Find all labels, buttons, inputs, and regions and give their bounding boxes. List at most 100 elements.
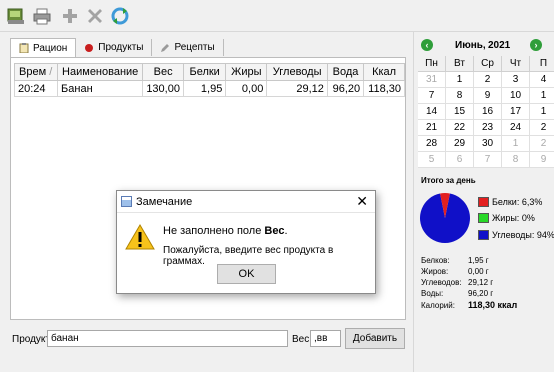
dialog-field-name: Вес: [264, 225, 285, 237]
add-icon[interactable]: [60, 6, 80, 26]
stat-label: Жиров:: [421, 267, 449, 276]
calendar-day[interactable]: 31: [418, 72, 446, 88]
dialog-message: Не заполнено поле Вес.: [163, 225, 288, 237]
stat-value: 118,30 ккал: [468, 300, 518, 310]
dialog-title: Замечание: [136, 196, 193, 208]
calendar-day[interactable]: 6: [446, 152, 474, 168]
calendar-day[interactable]: 15: [446, 104, 474, 120]
prev-month-icon[interactable]: ‹: [421, 39, 433, 51]
legend-fat: Жиры: 0%: [478, 213, 535, 223]
calendar-day[interactable]: 1: [446, 72, 474, 88]
legend-carbs: Углеводы: 94%: [478, 230, 554, 240]
ration-table: Врем / Наименование Вес Белки Жиры Углев…: [13, 63, 405, 97]
calendar-day[interactable]: 30: [474, 136, 502, 152]
calendar-day[interactable]: 14: [418, 104, 446, 120]
weekday-header: Пн: [418, 56, 446, 72]
calendar-day[interactable]: 9: [474, 88, 502, 104]
calendar-day[interactable]: 10: [502, 88, 530, 104]
add-button[interactable]: Добавить: [345, 328, 405, 349]
stat-label: Углеводов:: [421, 278, 462, 287]
legend-swatch: [478, 197, 489, 207]
calendar-day[interactable]: 24: [502, 120, 530, 136]
tab-label: Продукты: [98, 42, 144, 53]
legend-swatch: [478, 213, 489, 223]
dialog-titlebar: Замечание ✕: [117, 191, 375, 213]
vertical-divider: [413, 32, 414, 372]
delete-icon[interactable]: [85, 6, 105, 26]
cell-weight: 130,00: [142, 80, 184, 97]
refresh-icon[interactable]: [110, 6, 130, 26]
calendar-day[interactable]: 28: [418, 136, 446, 152]
next-month-icon[interactable]: ›: [530, 39, 542, 51]
calendar-day[interactable]: 9: [530, 152, 554, 168]
calendar-day[interactable]: 8: [502, 152, 530, 168]
weekday-header: Вт: [446, 56, 474, 72]
calendar-day[interactable]: 4: [530, 72, 554, 88]
cell-protein: 1,95: [182, 80, 227, 97]
print-icon[interactable]: [32, 6, 52, 26]
calendar-week-row: 31 1 2 3 4: [418, 72, 554, 88]
column-header-fat[interactable]: Жиры: [225, 63, 268, 81]
column-header-kcal[interactable]: Ккал: [363, 63, 405, 81]
calendar-day[interactable]: 3: [502, 72, 530, 88]
pencil-icon: [160, 43, 170, 53]
weight-label: Вес: [292, 334, 310, 345]
calendar-day[interactable]: 1: [502, 136, 530, 152]
calendar-day[interactable]: 5: [418, 152, 446, 168]
cell-time: 20:24: [13, 80, 59, 97]
close-icon[interactable]: ✕: [356, 194, 368, 208]
tab-ration[interactable]: Рацион: [10, 38, 77, 57]
summary-title: Итого за день: [421, 176, 476, 185]
calendar-day[interactable]: 21: [418, 120, 446, 136]
stat-label: Калорий:: [421, 301, 455, 310]
calendar-day[interactable]: 7: [474, 152, 502, 168]
calendar-week-row: 14 15 16 17 1: [418, 104, 554, 120]
calendar-header: ‹ Июнь, 2021 ›: [418, 39, 554, 55]
product-input[interactable]: банан: [47, 330, 288, 347]
product-label: Продукт: [12, 334, 50, 345]
column-header-carbs[interactable]: Углеводы: [266, 63, 328, 81]
calendar-weekday-row: Пн Вт Ср Чт П: [418, 56, 554, 72]
calendar-year: 2021: [488, 40, 511, 51]
calendar-day[interactable]: 29: [446, 136, 474, 152]
import-icon[interactable]: [6, 6, 26, 26]
column-header-time[interactable]: Врем /: [13, 63, 59, 81]
calendar-day[interactable]: 1: [530, 88, 554, 104]
stat-value: 1,95 г: [468, 256, 489, 265]
calendar-day[interactable]: 2: [530, 136, 554, 152]
calendar-day[interactable]: 22: [446, 120, 474, 136]
cell-kcal: 118,30: [363, 80, 405, 97]
column-header-name[interactable]: Наименование: [57, 63, 144, 81]
calendar-day[interactable]: 2: [474, 72, 502, 88]
column-header-protein[interactable]: Белки: [182, 63, 227, 81]
calendar-day[interactable]: 23: [474, 120, 502, 136]
calendar-day[interactable]: 7: [418, 88, 446, 104]
legend-swatch: [478, 230, 489, 240]
tab-bar: Рацион Продукты Рецепты: [10, 38, 224, 57]
legend-protein: Белки: 6,3%: [478, 197, 542, 207]
calendar-month: Июнь,: [455, 40, 486, 51]
column-header-weight[interactable]: Вес: [142, 63, 184, 81]
calendar-day[interactable]: 8: [446, 88, 474, 104]
calendar-week-row: 28 29 30 1 2: [418, 136, 554, 152]
tab-products[interactable]: Продукты: [76, 39, 153, 56]
calendar-day[interactable]: 1: [530, 104, 554, 120]
macro-pie-chart: [420, 193, 470, 243]
weekday-header: Ср: [474, 56, 502, 72]
warning-icon: [125, 224, 155, 253]
column-header-water[interactable]: Вода: [326, 63, 365, 81]
weight-input[interactable]: ,вв: [310, 330, 341, 347]
calendar-day[interactable]: 2: [530, 120, 554, 136]
window-icon: [121, 196, 132, 207]
toolbar: [0, 0, 554, 32]
calendar-week-row: 56789: [418, 152, 554, 168]
tab-label: Рацион: [33, 42, 68, 54]
tab-recipes[interactable]: Рецепты: [152, 39, 224, 56]
stat-value: 96,20 г: [468, 289, 494, 298]
calendar-day[interactable]: 17: [502, 104, 530, 120]
ok-button[interactable]: OK: [217, 264, 276, 284]
calendar-day[interactable]: 16: [474, 104, 502, 120]
table-row[interactable]: 20:24 Банан 130,00 1,95 0,00 29,12 96,20…: [13, 80, 405, 97]
stat-value: 0,00 г: [468, 267, 489, 276]
stat-label: Воды:: [421, 289, 444, 298]
